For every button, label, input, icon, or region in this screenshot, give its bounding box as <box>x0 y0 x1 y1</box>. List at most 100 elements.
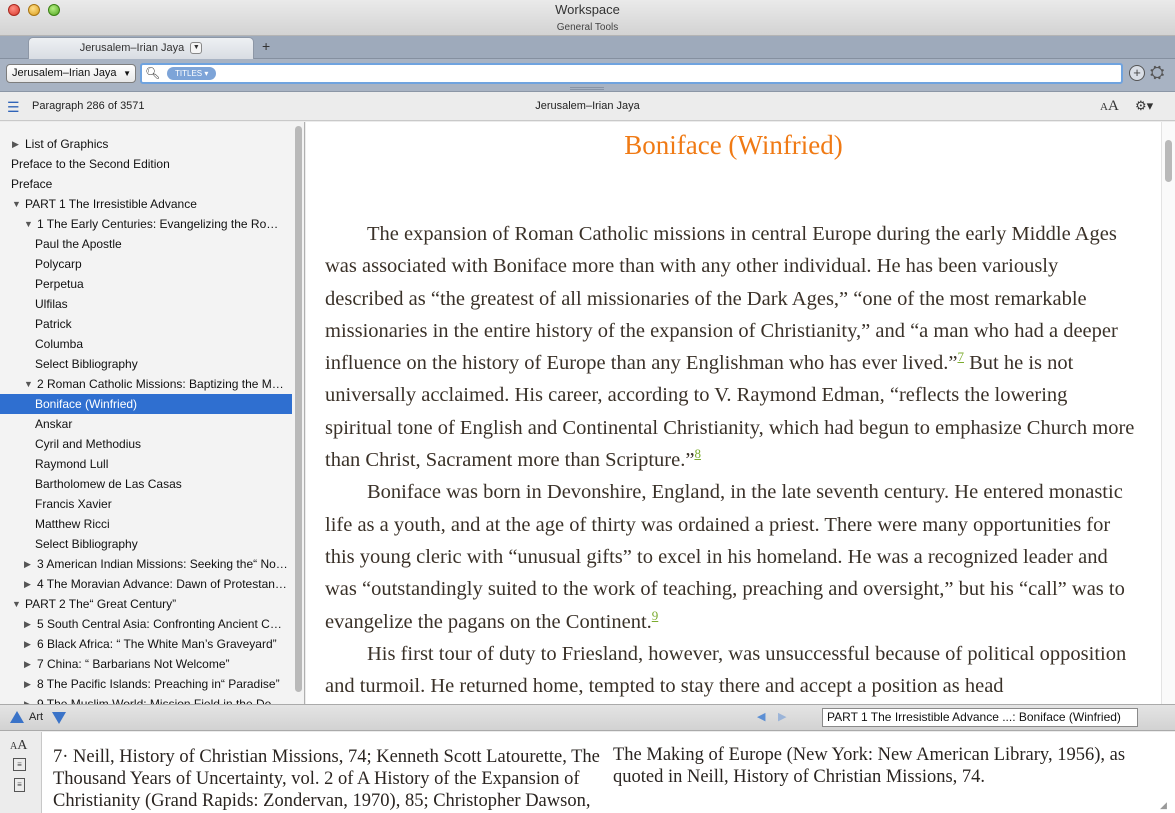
font-size-control[interactable]: AA <box>1100 98 1119 115</box>
toc-item[interactable]: ▼ 1 The Early Centuries: Evangelizing the… <box>0 214 292 234</box>
add-circle-icon[interactable]: + <box>1129 65 1145 81</box>
document-icon[interactable]: ≡ <box>14 778 25 792</box>
paragraph: His first tour of duty to Friesland, how… <box>325 638 1137 703</box>
search-scope-label: TITLES <box>175 69 203 78</box>
toc-item[interactable]: ▶ 6 Black Africa: “ The White Man’s Grave… <box>0 634 292 654</box>
search-scope-pill[interactable]: TITLES ▾ <box>167 67 217 80</box>
resize-grip-icon[interactable]: ◢ <box>1160 800 1167 811</box>
toc-item[interactable]: Ulfilas <box>0 294 292 314</box>
resource-title: Jerusalem–Irian Jaya <box>535 100 640 112</box>
disclosure-closed-icon[interactable]: ▶ <box>24 694 31 704</box>
toc-item[interactable]: Anskar <box>0 414 292 434</box>
search-input[interactable] <box>222 66 1112 81</box>
info-bar: ☰ Paragraph 286 of 3571 Jerusalem–Irian … <box>0 93 1175 121</box>
toc-item-label: Perpetua <box>35 277 84 291</box>
toc-item[interactable]: ▼ PART 1 The Irresistible Advance <box>0 194 292 214</box>
toc-item[interactable]: Bartholomew de Las Casas <box>0 474 292 494</box>
disclosure-open-icon[interactable]: ▼ <box>12 194 21 214</box>
toc-item-label: 9 The Muslim World: Mission Field in the… <box>37 697 288 704</box>
navigation-bar: Art ◀ ▶ PART 1 The Irresistible Advance … <box>0 704 1175 731</box>
font-larger-button[interactable]: A <box>1108 98 1119 114</box>
splitter-grip[interactable] <box>570 87 604 90</box>
disclosure-open-icon[interactable]: ▼ <box>24 214 33 234</box>
tab-label: Jerusalem–Irian Jaya <box>79 42 185 54</box>
toc-item-label: 1 The Early Centuries: Evangelizing the … <box>37 217 288 231</box>
toc-item-label: Francis Xavier <box>35 497 112 511</box>
search-box[interactable]: 🔍︎ TITLES ▾ <box>140 63 1123 84</box>
reader-scrollbar[interactable] <box>1161 122 1175 704</box>
disclosure-closed-icon[interactable]: ▶ <box>24 614 31 634</box>
toc-item[interactable]: Cyril and Methodius <box>0 434 292 454</box>
disclosure-closed-icon[interactable]: ▶ <box>24 634 31 654</box>
toc-item[interactable]: ▼ 2 Roman Catholic Missions: Baptizing th… <box>0 374 292 394</box>
disclosure-closed-icon[interactable]: ▶ <box>24 654 31 674</box>
paragraph: Boniface was born in Devonshire, England… <box>325 476 1137 637</box>
toc-item[interactable]: Select Bibliography <box>0 534 292 554</box>
toc-item-label: 6 Black Africa: “ The White Man’s Gravey… <box>37 637 277 651</box>
footnote-tools: AA ≡ ≡ <box>0 732 42 813</box>
tab-menu-chevron-icon[interactable]: ▼ <box>190 42 203 55</box>
toc-item[interactable]: Perpetua <box>0 274 292 294</box>
toc-item-label: PART 2 The“ Great Century” <box>25 597 177 611</box>
toc-item[interactable]: Patrick <box>0 314 292 334</box>
toc-item[interactable]: Polycarp <box>0 254 292 274</box>
toc-item[interactable]: ▶ 5 South Central Asia: Confronting Ancie… <box>0 614 292 634</box>
toc-item[interactable]: ▶ 9 The Muslim World: Mission Field in th… <box>0 694 292 704</box>
toc-item-label: 3 American Indian Missions: Seeking the“… <box>37 557 288 571</box>
previous-article-icon[interactable] <box>10 711 24 723</box>
reader-scroll-thumb[interactable] <box>1165 140 1172 182</box>
toc-item[interactable]: Boniface (Winfried) <box>0 394 292 414</box>
gear-icon[interactable]: ⚙▾ <box>1135 98 1153 114</box>
disclosure-closed-icon[interactable]: ▶ <box>24 554 31 574</box>
disclosure-closed-icon[interactable]: ▶ <box>24 574 31 594</box>
toc-item-label: Paul the Apostle <box>35 237 122 251</box>
paragraph: The expansion of Roman Catholic missions… <box>325 218 1137 476</box>
paragraph-text: Boniface was born in Devonshire, England… <box>325 481 1125 633</box>
new-tab-button[interactable]: + <box>262 38 270 54</box>
toc-item-label: Patrick <box>35 317 72 331</box>
disclosure-open-icon[interactable]: ▼ <box>12 594 21 614</box>
tab-resource[interactable]: Jerusalem–Irian Jaya ▼ <box>28 37 254 59</box>
sidebar-scroll-thumb[interactable] <box>295 126 302 692</box>
paragraph-text: His first tour of duty to Friesland, how… <box>325 642 1127 698</box>
sidebar-scrollbar[interactable] <box>293 122 304 704</box>
toc-item[interactable]: Paul the Apostle <box>0 234 292 254</box>
reader-pane: Boniface (Winfried) The expansion of Rom… <box>306 122 1161 704</box>
toc-item[interactable]: Francis Xavier <box>0 494 292 514</box>
window-subtitle: General Tools <box>556 22 619 33</box>
toc-item[interactable]: Matthew Ricci <box>0 514 292 534</box>
footnote-pane: AA ≡ ≡ 7· Neill, History of Christian Mi… <box>0 732 1175 813</box>
toc-item-label: Select Bibliography <box>35 357 138 371</box>
back-arrow-icon[interactable]: ◀ <box>757 710 765 723</box>
toolbar: Jerusalem–Irian Jaya ▼ 🔍︎ TITLES ▾ + ⛭ <box>0 59 1175 92</box>
toc-item[interactable]: ▶ 7 China: “ Barbarians Not Welcome” <box>0 654 292 674</box>
copy-icon[interactable]: ≡ <box>13 758 26 771</box>
toc-item[interactable]: Preface to the Second Edition <box>0 154 292 174</box>
toc-item[interactable]: ▶ 8 The Pacific Islands: Preaching in“ Pa… <box>0 674 292 694</box>
toc-item[interactable]: Preface <box>0 174 292 194</box>
next-article-icon[interactable] <box>52 712 66 724</box>
location-field[interactable]: PART 1 The Irresistible Advance ...: Bon… <box>822 708 1138 727</box>
footnote-text-col2: The Making of Europe (New York: New Amer… <box>613 745 1126 787</box>
puzzle-icon[interactable]: ⛭ <box>1150 62 1164 83</box>
toc-item[interactable]: ▼ PART 2 The“ Great Century” <box>0 594 292 614</box>
disclosure-open-icon[interactable]: ▼ <box>24 374 33 394</box>
forward-arrow-icon[interactable]: ▶ <box>778 710 786 723</box>
font-smaller-button[interactable]: A <box>1100 101 1108 113</box>
disclosure-closed-icon[interactable]: ▶ <box>24 674 31 694</box>
toc-item[interactable]: ▶ 4 The Moravian Advance: Dawn of Protest… <box>0 574 292 594</box>
toc-item-label: Ulfilas <box>35 297 68 311</box>
search-icon[interactable]: 🔍︎ <box>145 66 160 80</box>
disclosure-closed-icon[interactable]: ▶ <box>12 134 19 154</box>
footnote-font-larger[interactable]: A <box>17 738 27 753</box>
toc-item[interactable]: ▶ List of Graphics <box>0 134 292 154</box>
resource-select[interactable]: Jerusalem–Irian Jaya ▼ <box>6 64 136 83</box>
toc-item[interactable]: Columba <box>0 334 292 354</box>
window-titlebar: Workspace General Tools <box>0 0 1175 36</box>
footnote-link[interactable]: 9 <box>652 608 659 623</box>
footnote-font-size-control[interactable]: AA <box>10 738 27 754</box>
footnote-link[interactable]: 8 <box>694 446 701 461</box>
toc-item[interactable]: Raymond Lull <box>0 454 292 474</box>
toc-item[interactable]: Select Bibliography <box>0 354 292 374</box>
toc-item[interactable]: ▶ 3 American Indian Missions: Seeking the… <box>0 554 292 574</box>
